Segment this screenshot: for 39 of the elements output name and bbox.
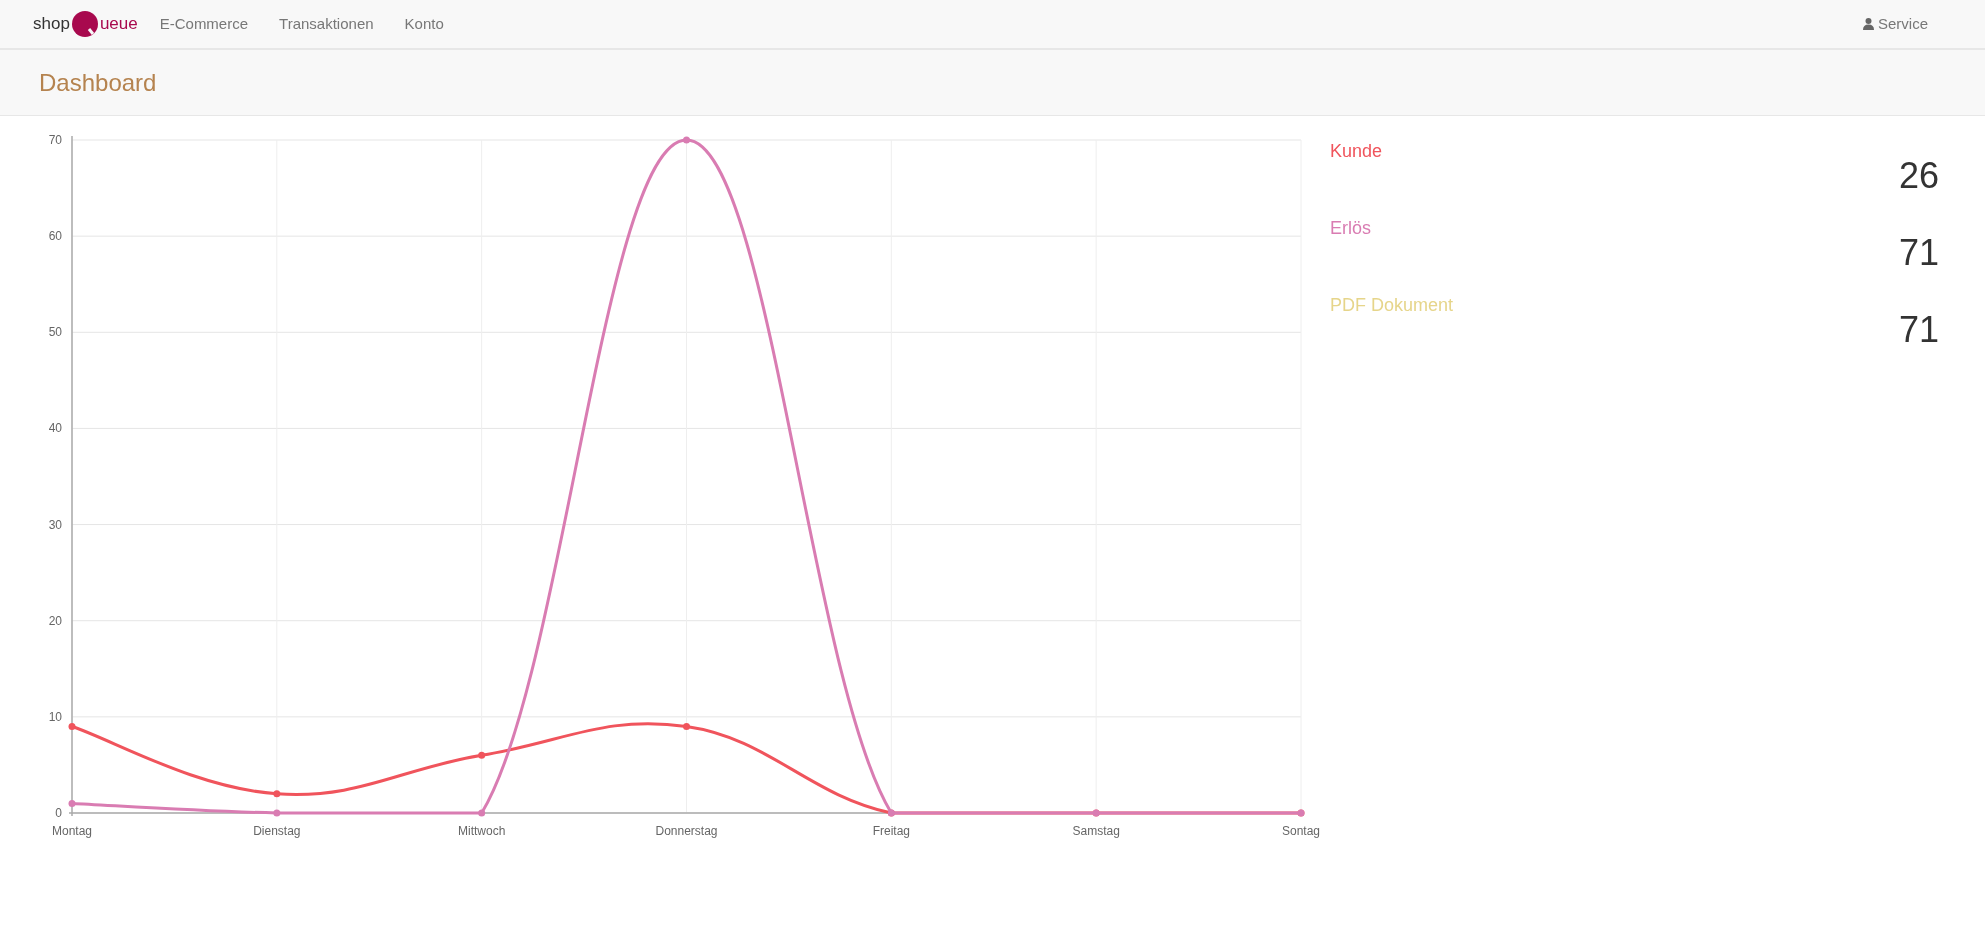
x-axis-label: Sontag <box>1282 824 1320 838</box>
data-point <box>683 136 690 144</box>
x-axis-label: Mittwoch <box>458 824 506 838</box>
stat-label: PDF Dokument <box>1330 294 1454 316</box>
stat-value: 71 <box>1898 310 1939 350</box>
stat-value: 26 <box>1898 156 1939 196</box>
nav-link[interactable]: Konto <box>404 12 444 36</box>
y-axis-label: 50 <box>48 325 62 340</box>
service-link[interactable]: Service <box>1862 12 1928 36</box>
data-point <box>478 809 486 817</box>
y-axis-label: 20 <box>48 613 62 628</box>
y-axis-label: 70 <box>48 133 62 147</box>
nav-link[interactable]: Transaktionen <box>279 12 374 36</box>
x-axis-label: Samstag <box>1072 824 1120 838</box>
x-axis-label: Montag <box>52 824 92 838</box>
logo-circle-icon <box>70 10 99 38</box>
page-title: Dashboard <box>39 67 157 98</box>
y-axis-label: 60 <box>48 229 62 244</box>
x-axis-label: Freitag <box>872 824 910 838</box>
data-point <box>68 799 76 807</box>
data-point <box>68 722 76 730</box>
data-point <box>683 722 690 730</box>
y-axis-label: 0 <box>55 806 62 820</box>
logo-text: shop <box>33 13 70 36</box>
x-axis-label: Dienstag <box>253 824 301 838</box>
y-axis-label: 40 <box>48 421 62 436</box>
user-icon <box>1862 18 1874 30</box>
data-point <box>273 790 281 798</box>
logo-text: ueue <box>99 13 138 36</box>
data-point <box>478 751 486 759</box>
stat-label: Kunde <box>1330 140 1383 162</box>
x-axis-label: Donnerstag <box>655 824 718 838</box>
logo[interactable]: shop ueue <box>33 10 138 38</box>
y-axis-label: 30 <box>48 517 62 532</box>
nav-link[interactable]: E-Commerce <box>159 12 249 36</box>
stat-label: Erlös <box>1330 217 1371 239</box>
y-axis-label: 10 <box>48 709 62 724</box>
stat-value: 71 <box>1898 233 1939 273</box>
data-point <box>273 809 281 817</box>
